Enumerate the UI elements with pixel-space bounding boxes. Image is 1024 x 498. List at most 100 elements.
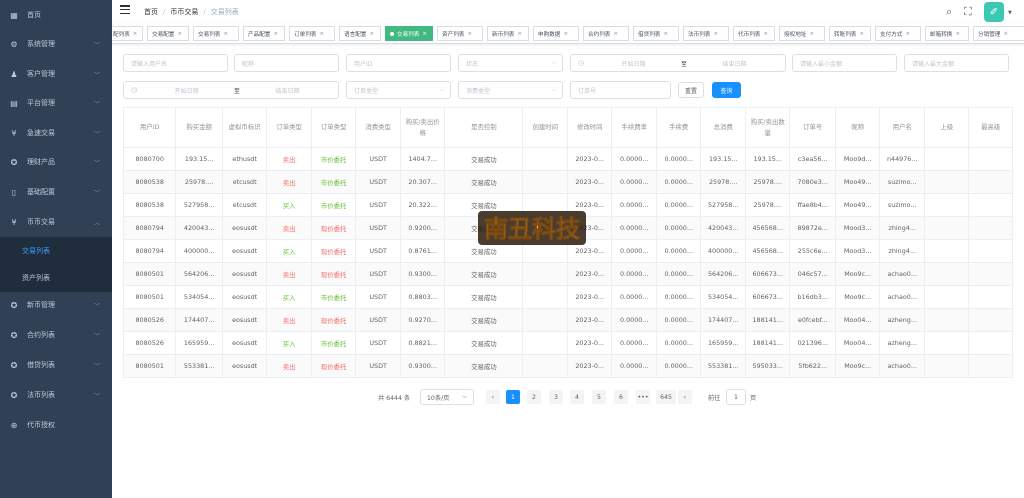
sidebar-item-2[interactable]: ⚙ 系统管理 ﹀ [0,29,112,59]
hamburger-icon[interactable] [120,5,130,15]
page-size-select[interactable]: 10条/页 ⌵ [420,389,474,405]
close-icon[interactable]: × [319,31,324,37]
tab-16[interactable]: 转账列表 × [829,26,871,41]
prev-page-button[interactable]: ‹ [486,390,500,404]
tab-1[interactable]: 配列表 × [112,26,143,41]
avatar[interactable]: ✐ [984,2,1004,22]
sidebar-item-1[interactable]: ▦ 首页 [0,0,112,30]
sidebar-item-12[interactable]: ✪ 法币列表 ﹀ [0,380,112,410]
close-icon[interactable]: × [369,31,374,37]
search-icon[interactable]: ⌕ [946,6,952,17]
tab-3[interactable]: 交易列表 × [193,26,239,41]
tab-12[interactable]: 借贷列表 × [633,26,679,41]
tab-5[interactable]: 订单列表 × [289,26,335,41]
page-button[interactable]: 4 [570,390,584,404]
sidebar-item-8[interactable]: ¥ 币币交易 ︿ [0,207,112,237]
order-type-select[interactable]: 订单类型 ⌵ [346,81,451,99]
status-select[interactable]: 状态 ⌵ [458,54,563,72]
max-amount-input[interactable]: 请输入最大金额 [904,54,1009,72]
close-icon[interactable]: × [467,31,472,37]
close-icon[interactable]: × [859,31,864,37]
tab-9[interactable]: 新币列表 × [487,26,529,41]
tab-8[interactable]: 资产列表 × [437,26,483,41]
sidebar-item-5[interactable]: ¥ 急速交易 ﹀ [0,118,112,148]
close-icon[interactable]: × [422,31,427,37]
close-icon[interactable]: × [273,31,278,37]
page-button[interactable]: 6 [614,390,628,404]
close-icon[interactable]: × [763,31,768,37]
table-cell: 卖出 [267,217,312,239]
table-cell: 534054... [176,286,223,308]
user-id-input[interactable]: 用户ID [346,54,451,72]
date-range-picker-2[interactable]: ◷ 开始日期至结束日期 [123,81,339,99]
close-icon[interactable]: × [177,31,182,37]
tab-18[interactable]: 邮箱转换 × [925,26,969,41]
consume-type-select[interactable]: 消费类型 ⌵ [458,81,563,99]
close-icon[interactable]: × [713,31,718,37]
table-header-cell: 订单类型 [267,108,312,147]
close-icon[interactable]: × [809,31,814,37]
tab-4[interactable]: 产品配置 × [243,26,285,41]
search-button[interactable]: 查询 [712,82,741,98]
sidebar-item-9[interactable]: ✪ 新币管理 ﹀ [0,290,112,320]
goto-page-input[interactable]: 1 [726,389,746,405]
table-cell: 0.0000... [612,171,657,193]
tab-2[interactable]: 交易配置 × [147,26,189,41]
tab-19[interactable]: 分销管理 × [973,26,1024,41]
close-icon[interactable]: × [663,31,668,37]
sidebar-item-3[interactable]: ♟ 客户管理 ﹀ [0,59,112,89]
next-page-button[interactable]: › [678,390,692,404]
table-cell: eosusdt [223,309,268,331]
table-header-cell: 虚拟币标识 [223,108,268,147]
date-range-picker[interactable]: ◷ 开始日期至结束日期 [570,54,786,72]
sidebar-subitem-2[interactable]: 资产列表 [0,264,112,292]
min-amount-input[interactable]: 请输入最小金额 [792,54,897,72]
username-input[interactable]: 请输入用户名 [123,54,228,72]
tab-11[interactable]: 合约列表 × [583,26,629,41]
sidebar-item-7[interactable]: ▯ 基础配置 ﹀ [0,177,112,207]
sidebar-item-10[interactable]: ✪ 合约列表 ﹀ [0,320,112,350]
tab-7[interactable]: 交易列表 × [385,26,433,41]
more-pages-button[interactable]: ••• [636,390,650,404]
order-no-input[interactable]: 订单号 [570,81,671,99]
table-cell: 0.0000... [657,217,702,239]
close-icon[interactable]: × [223,31,228,37]
table-cell: 25978.... [746,171,791,193]
reset-button[interactable]: 重置 [678,82,704,98]
sidebar-subitem-1[interactable]: 交易列表 [0,237,112,265]
table-cell: 现价委托 [312,263,357,285]
sidebar-item-4[interactable]: ▤ 平台管理 ﹀ [0,88,112,118]
close-icon[interactable]: × [517,31,522,37]
close-icon[interactable]: × [613,31,618,37]
tab-13[interactable]: 法币列表 × [683,26,729,41]
caret-down-icon[interactable]: ▼ [1008,10,1012,16]
table-cell: 0.0000... [657,309,702,331]
fullscreen-icon[interactable]: ⛶ [964,6,972,17]
nickname-input[interactable]: 昵称 [234,54,339,72]
tab-label: 代币列表 [738,31,761,38]
page-button[interactable]: 2 [527,390,541,404]
page-button[interactable]: 645 [656,390,676,404]
page-button[interactable]: 1 [506,390,520,404]
tags-view: 配列表 × 交易配置 × 交易列表 × 产品配置 × 订单列表 × 语言配置 × 交易列表 × 资产列表 × 新… [112,24,1024,44]
breadcrumb-home[interactable]: 首页 [144,7,158,17]
tab-10[interactable]: 申购数据 × [533,26,579,41]
tab-6[interactable]: 语言配置 × [339,26,381,41]
page-button[interactable]: 3 [549,390,563,404]
tab-15[interactable]: 授权地址 × [779,26,825,41]
close-icon[interactable]: × [955,31,960,37]
sidebar-item-13[interactable]: ⊕ 代币授权 [0,410,112,440]
close-icon[interactable]: × [905,31,910,37]
table-cell: 046c57... [790,263,836,285]
breadcrumb-coin-trading[interactable]: 币币交易 [170,7,198,17]
sidebar-item-6[interactable]: ✪ 理财产品 ﹀ [0,147,112,177]
tab-17[interactable]: 支付方式 × [875,26,921,41]
close-icon[interactable]: × [133,31,138,37]
table-cell: 0.0000... [612,148,657,170]
close-icon[interactable]: × [563,31,568,37]
gear-icon: ⚙ [10,39,18,49]
page-button[interactable]: 5 [592,390,606,404]
close-icon[interactable]: × [1003,31,1008,37]
sidebar-item-11[interactable]: ✪ 借贷列表 ﹀ [0,350,112,380]
tab-14[interactable]: 代币列表 × [733,26,775,41]
